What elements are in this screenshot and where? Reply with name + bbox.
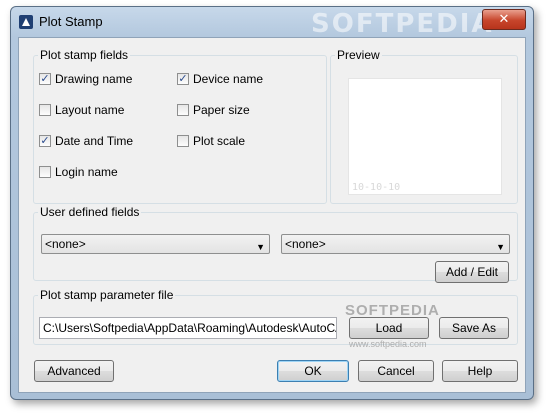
checkbox-drawing-name[interactable]: ✓ Drawing name <box>39 71 132 87</box>
user-field-combo-2[interactable]: <none> ▼ <box>281 234 510 254</box>
plot-stamp-fields-legend: Plot stamp fields <box>40 48 129 62</box>
checkbox-checked-icon[interactable]: ✓ <box>39 73 51 85</box>
user-defined-fields-legend: User defined fields <box>40 205 140 219</box>
checkbox-unchecked-icon[interactable] <box>39 166 51 178</box>
watermark-url: www.softpedia.com <box>349 339 427 349</box>
checkbox-unchecked-icon[interactable] <box>177 135 189 147</box>
combo-value: <none> <box>45 237 86 251</box>
checkbox-label: Layout name <box>55 103 125 117</box>
help-button[interactable]: Help <box>442 360 518 382</box>
checkbox-login-name[interactable]: Login name <box>39 164 118 180</box>
parameter-file-path-field[interactable]: C:\Users\Softpedia\AppData\Roaming\Autod… <box>39 317 337 339</box>
preview-group: Preview 10-10-10 <box>330 48 518 204</box>
parameter-file-legend: Plot stamp parameter file <box>40 288 174 302</box>
preview-legend: Preview <box>337 48 380 62</box>
advanced-button[interactable]: Advanced <box>34 360 114 382</box>
dropdown-arrow-icon[interactable]: ▼ <box>256 238 265 256</box>
checkbox-device-name[interactable]: ✓ Device name <box>177 71 263 87</box>
ok-button[interactable]: OK <box>277 360 349 382</box>
load-button[interactable]: Load <box>349 317 429 339</box>
combo-value: <none> <box>285 237 326 251</box>
checkbox-label: Paper size <box>193 103 250 117</box>
checkbox-label: Date and Time <box>55 134 134 148</box>
checkbox-checked-icon[interactable]: ✓ <box>39 135 51 147</box>
checkbox-unchecked-icon[interactable] <box>177 104 189 116</box>
save-as-button[interactable]: Save As <box>439 317 509 339</box>
user-field-combo-1[interactable]: <none> ▼ <box>41 234 270 254</box>
cancel-button[interactable]: Cancel <box>358 360 434 382</box>
dialog-body: Plot stamp fields ✓ Drawing name ✓ Devic… <box>18 37 526 393</box>
watermark-text: SOFTPEDIA <box>345 302 440 319</box>
add-edit-button[interactable]: Add / Edit <box>435 261 509 283</box>
checkbox-date-and-time[interactable]: ✓ Date and Time <box>39 133 133 149</box>
autocad-app-icon <box>19 15 33 29</box>
preview-stamp-text: 10-10-10 <box>352 182 401 193</box>
close-button[interactable]: ✕ <box>482 9 526 30</box>
title-bar[interactable]: Plot Stamp SOFTPEDIA ✕ <box>11 7 533 39</box>
dropdown-arrow-icon[interactable]: ▼ <box>496 238 505 256</box>
window-title: Plot Stamp <box>39 14 103 29</box>
checkbox-checked-icon[interactable]: ✓ <box>177 73 189 85</box>
checkbox-paper-size[interactable]: Paper size <box>177 102 250 118</box>
watermark-logo: SOFTPEDIA <box>311 9 494 39</box>
preview-canvas: 10-10-10 <box>348 78 502 195</box>
checkbox-plot-scale[interactable]: Plot scale <box>177 133 245 149</box>
checkbox-label: Device name <box>193 72 264 86</box>
checkbox-layout-name[interactable]: Layout name <box>39 102 124 118</box>
checkbox-unchecked-icon[interactable] <box>39 104 51 116</box>
checkbox-label: Plot scale <box>193 134 246 148</box>
plot-stamp-dialog: Plot Stamp SOFTPEDIA ✕ Plot stamp fields… <box>10 6 534 400</box>
checkbox-label: Login name <box>55 165 118 179</box>
checkbox-label: Drawing name <box>55 72 133 86</box>
